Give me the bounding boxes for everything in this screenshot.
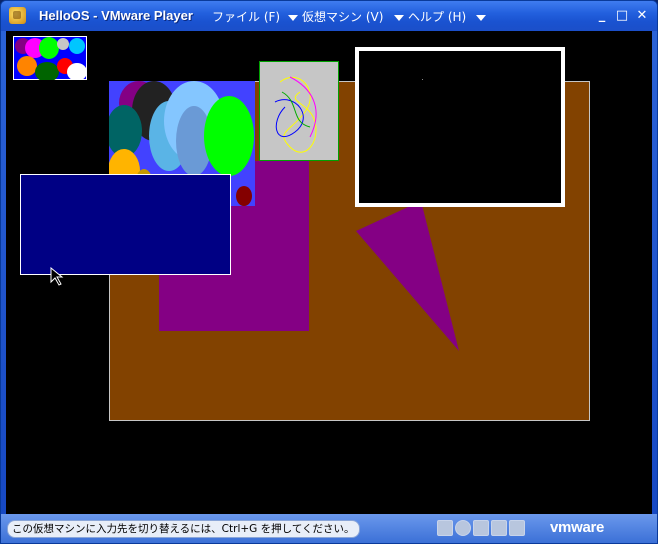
cd-icon[interactable] <box>455 520 471 536</box>
vmware-app-icon[interactable] <box>9 7 26 24</box>
vm-screen[interactable] <box>6 31 652 514</box>
maximize-button[interactable]: □ <box>613 7 631 25</box>
vmware-logo: vmware <box>550 519 605 536</box>
menu-file-label: ファイル (F) <box>212 10 281 24</box>
chevron-down-icon <box>288 14 298 21</box>
sound-icon[interactable] <box>509 520 525 536</box>
network-icon[interactable] <box>491 520 507 536</box>
scribble-drawing <box>274 76 317 153</box>
menu-vm[interactable]: 仮想マシン (V) <box>288 8 383 25</box>
hard-disk-icon[interactable] <box>437 520 453 536</box>
menu-vm-label: 仮想マシン (V) <box>302 10 384 24</box>
sketch-window[interactable] <box>259 61 339 161</box>
input-grab-hint: この仮想マシンに入力先を切り替えるには、Ctrl+G を押してください。 <box>7 520 360 538</box>
window-title: HelloOS - VMware Player <box>39 8 193 23</box>
title-bar[interactable]: HelloOS - VMware Player ファイル (F) 仮想マシン (… <box>1 1 657 31</box>
thumbnail-window[interactable] <box>13 36 87 80</box>
floppy-icon[interactable] <box>473 520 489 536</box>
purple-triangle <box>356 201 459 351</box>
status-bar: この仮想マシンに入力先を切り替えるには、Ctrl+G を押してください。 vmw… <box>1 514 657 543</box>
navy-window[interactable] <box>20 174 231 275</box>
chevron-down-icon <box>394 14 404 21</box>
vmware-player-window: HelloOS - VMware Player ファイル (F) 仮想マシン (… <box>0 0 658 544</box>
black-window[interactable] <box>355 47 565 207</box>
close-button[interactable]: ✕ <box>633 7 651 25</box>
menu-file[interactable]: ファイル (F) <box>212 8 280 25</box>
menu-help[interactable]: ヘルプ (H) <box>394 8 490 25</box>
mouse-cursor-icon <box>50 267 64 286</box>
chevron-down-icon <box>476 14 487 21</box>
minimize-button[interactable]: _ <box>593 7 611 25</box>
pixel-dot <box>422 79 423 80</box>
menu-help-label: ヘルプ (H) <box>408 10 467 24</box>
